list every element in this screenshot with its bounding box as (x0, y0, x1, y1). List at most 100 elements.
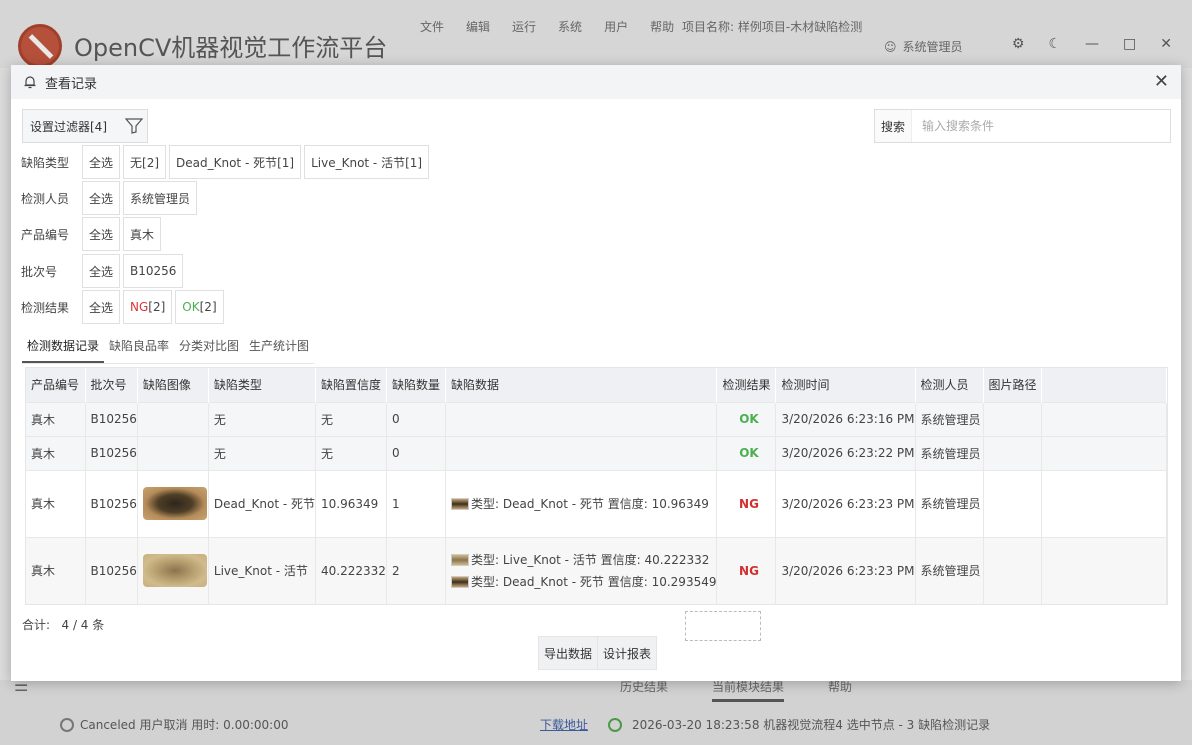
menu-user[interactable]: 用户 (604, 18, 628, 35)
chip-select-all[interactable]: 全选 (82, 290, 121, 324)
cell-product: 真木 (26, 469, 86, 537)
filter-label: 产品编号 (21, 227, 70, 242)
chip-admin[interactable]: 系统管理员 (123, 181, 198, 215)
chip-select-all[interactable]: 全选 (82, 254, 121, 288)
window-close-icon[interactable]: ✕ (1160, 36, 1172, 52)
table-row[interactable]: 真木 B10256 Dead_Knot - 死节 10.96349 1 类型: … (26, 469, 1167, 537)
cell-defect-data (445, 401, 718, 436)
defect-mini-thumbnail (450, 498, 469, 510)
col-defect-count[interactable]: 缺陷数量 (386, 368, 446, 402)
chip-ng[interactable]: NG [2] (123, 290, 173, 324)
ng-count: [2] (148, 300, 166, 314)
menu-help[interactable]: 帮助 (650, 18, 674, 35)
total-count: 合计: 4 / 4 条 (22, 616, 104, 633)
chip-select-all[interactable]: 全选 (82, 181, 121, 215)
cell-defect-data: 类型: Dead_Knot - 死节 置信度: 10.96349 (445, 469, 718, 537)
close-icon[interactable]: ✕ (1154, 71, 1169, 92)
search-input[interactable] (922, 119, 1163, 133)
chip-dead-knot[interactable]: Dead_Knot - 死节[1] (169, 145, 302, 179)
status-right: 2026-03-20 18:23:58 机器视觉流程4 选中节点 - 3 缺陷检… (608, 716, 990, 733)
menu-file[interactable]: 文件 (420, 18, 444, 35)
cell-count: 0 (386, 401, 446, 436)
cell-type: Dead_Knot - 死节 (208, 469, 316, 537)
cell-defect-data: 类型: Live_Knot - 活节 置信度: 40.222332 类型: De… (445, 536, 718, 604)
table-row[interactable]: 真木 B10256 无 无 0 OK 3/20/2026 6:23:22 PM … (26, 435, 1167, 470)
cell-batch: B10256 (85, 536, 138, 604)
status-text: Canceled 用户取消 用时: 0.00:00:00 (80, 718, 289, 732)
tab-help[interactable]: 帮助 (828, 678, 852, 702)
record-tabs: 检测数据记录 缺陷良品率 分类对比图 生产统计图 (22, 331, 315, 364)
cell-filler (1041, 435, 1167, 470)
cell-image-path (983, 435, 1042, 470)
col-time[interactable]: 检测时间 (775, 368, 916, 402)
cell-batch: B10256 (85, 469, 138, 537)
theme-icon[interactable]: ☾ (1048, 36, 1061, 52)
col-confidence[interactable]: 缺陷置信度 (315, 368, 387, 402)
col-defect-type[interactable]: 缺陷类型 (208, 368, 316, 402)
maximize-icon[interactable]: □ (1123, 36, 1136, 52)
filter-row-batch: 批次号 全选 B10256 (21, 254, 186, 288)
set-filter-label: 设置过滤器[4] (30, 119, 107, 134)
col-image-path[interactable]: 图片路径 (983, 368, 1042, 402)
ng-text: NG (130, 300, 149, 314)
menu-system[interactable]: 系统 (558, 18, 582, 35)
chip-ok[interactable]: OK [2] (175, 290, 224, 324)
defect-mini-thumbnail (450, 576, 469, 589)
drop-placeholder (685, 611, 761, 641)
table-row[interactable]: 真木 B10256 无 无 0 OK 3/20/2026 6:23:16 PM … (26, 401, 1167, 436)
status-ok-icon (608, 717, 622, 732)
col-defect-image[interactable]: 缺陷图像 (137, 368, 209, 402)
result-ok: OK (739, 412, 759, 426)
chip-select-all[interactable]: 全选 (82, 145, 121, 179)
menu-edit[interactable]: 编辑 (466, 18, 490, 35)
records-table: 产品编号 批次号 缺陷图像 缺陷类型 缺陷置信度 缺陷数量 缺陷数据 检测结果 … (25, 367, 1168, 605)
cell-time: 3/20/2026 6:23:23 PM (775, 469, 916, 537)
tab-records[interactable]: 检测数据记录 (22, 331, 105, 363)
cell-result: OK (716, 401, 777, 436)
export-data-button[interactable]: 导出数据 (538, 636, 599, 670)
defect-entry: 类型: Live_Knot - 活节 置信度: 40.222332 (450, 549, 717, 571)
minimize-icon[interactable]: — (1085, 36, 1099, 52)
table-row[interactable]: 真木 B10256 Live_Knot - 活节 40.222332 2 类型:… (26, 536, 1167, 604)
filter-label: 检测结果 (21, 300, 70, 315)
cell-image (137, 469, 209, 537)
cell-count: 0 (386, 435, 446, 470)
cell-batch: B10256 (85, 435, 138, 470)
tab-history-results[interactable]: 历史结果 (620, 678, 668, 702)
download-link[interactable]: 下载地址 (540, 716, 588, 733)
col-result[interactable]: 检测结果 (716, 368, 777, 402)
tab-current-module-results[interactable]: 当前模块结果 (712, 678, 785, 702)
cell-inspector: 系统管理员 (915, 469, 984, 537)
col-batch[interactable]: 批次号 (85, 368, 138, 402)
col-filler (1041, 368, 1167, 402)
cell-filler (1041, 469, 1167, 537)
cell-inspector: 系统管理员 (915, 401, 984, 436)
col-defect-data[interactable]: 缺陷数据 (445, 368, 718, 402)
chip-none[interactable]: 无[2] (123, 145, 167, 179)
chip-select-all[interactable]: 全选 (82, 217, 121, 251)
result-ng: NG (739, 496, 759, 511)
cell-result: NG (716, 536, 777, 604)
col-product[interactable]: 产品编号 (26, 368, 86, 402)
settings-icon[interactable]: ⚙ (1012, 36, 1025, 52)
status-log-text: 2026-03-20 18:23:58 机器视觉流程4 选中节点 - 3 缺陷检… (632, 718, 991, 732)
cell-inspector: 系统管理员 (915, 536, 984, 604)
tab-category-compare[interactable]: 分类对比图 (174, 331, 244, 363)
tab-production-stats[interactable]: 生产统计图 (244, 331, 314, 363)
chip-product[interactable]: 真木 (123, 217, 162, 251)
user-menu[interactable]: ☺ 系统管理员 (884, 38, 963, 55)
defect-thumbnail[interactable] (142, 487, 207, 520)
cell-count: 1 (386, 469, 446, 537)
chip-live-knot[interactable]: Live_Knot - 活节[1] (304, 145, 430, 179)
table-header-row: 产品编号 批次号 缺陷图像 缺陷类型 缺陷置信度 缺陷数量 缺陷数据 检测结果 … (26, 368, 1167, 402)
design-report-button[interactable]: 设计报表 (597, 636, 658, 670)
app-title: OpenCV机器视觉工作流平台 (74, 34, 388, 62)
col-inspector[interactable]: 检测人员 (915, 368, 984, 402)
filter-label: 缺陷类型 (21, 155, 70, 170)
menu-run[interactable]: 运行 (512, 18, 536, 35)
set-filter-button[interactable]: 设置过滤器[4] (22, 109, 148, 143)
chip-batch[interactable]: B10256 (123, 254, 184, 288)
status-icon (60, 717, 74, 732)
tab-yield-rate[interactable]: 缺陷良品率 (104, 331, 174, 363)
defect-thumbnail[interactable] (142, 554, 207, 588)
